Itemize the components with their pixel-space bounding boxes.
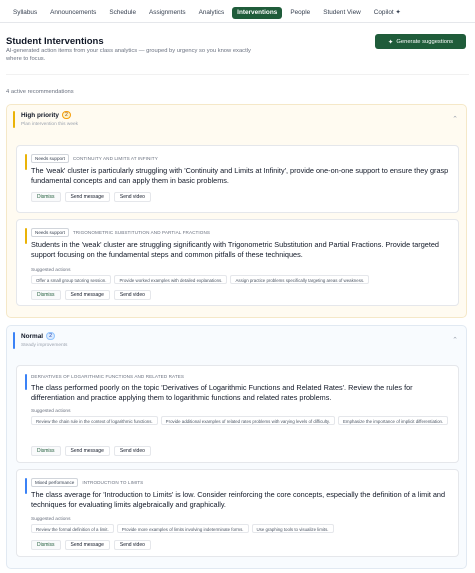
course-nav-tabs: Syllabus Announcements Schedule Assignme… bbox=[8, 6, 406, 20]
send-message-button[interactable]: Send message bbox=[64, 290, 110, 300]
suggested-action-chip[interactable]: Review the formal definition of a limit. bbox=[31, 524, 114, 533]
recommendation-text: The 'weak' cluster is particularly strug… bbox=[31, 166, 449, 185]
group-subtitle: Steady improvements bbox=[21, 343, 68, 348]
intervention-card: Derivatives of Logarithmic Functions and… bbox=[16, 365, 459, 463]
suggested-action-chip[interactable]: Emphasize the importance of implicit dif… bbox=[338, 416, 449, 425]
tab-interventions[interactable]: Interventions bbox=[232, 7, 283, 19]
page-title: Student Interventions bbox=[6, 36, 104, 47]
topic-label: Continuity and Limits at Infinity bbox=[72, 156, 158, 161]
card-actions: Dismiss Send message Send video bbox=[31, 540, 151, 550]
tab-assignments[interactable]: Assignments bbox=[144, 7, 191, 19]
suggested-action-chip[interactable]: Offer a small group tutoring session. bbox=[31, 275, 112, 284]
topic-label: Introduction to Limits bbox=[82, 480, 144, 485]
tab-announcements[interactable]: Announcements bbox=[45, 7, 101, 19]
group-count-badge: 2 bbox=[46, 332, 56, 340]
card-meta: Needs support Continuity and Limits at I… bbox=[31, 154, 158, 163]
tabs-divider bbox=[0, 22, 475, 23]
dismiss-button[interactable]: Dismiss bbox=[31, 192, 61, 202]
dismiss-button[interactable]: Dismiss bbox=[31, 446, 61, 456]
card-accent-bar bbox=[25, 478, 27, 494]
card-actions: Dismiss Send message Send video bbox=[31, 192, 151, 202]
recommendation-text: The class average for 'Introduction to L… bbox=[31, 490, 446, 509]
dismiss-button[interactable]: Dismiss bbox=[31, 290, 61, 300]
tab-student-view[interactable]: Student View bbox=[318, 7, 366, 19]
send-video-button[interactable]: Send video bbox=[113, 290, 151, 300]
generate-suggestions-button[interactable]: ✦ Generate suggestions bbox=[375, 34, 466, 49]
card-meta: Mixed performance Introduction to Limits bbox=[31, 478, 143, 487]
intervention-card: Mixed performance Introduction to Limits… bbox=[16, 469, 459, 557]
tab-syllabus[interactable]: Syllabus bbox=[8, 7, 42, 19]
group-count-badge: 2 bbox=[62, 111, 71, 119]
tab-copilot[interactable]: Copilot ✦ bbox=[369, 7, 406, 19]
header-divider bbox=[6, 74, 469, 75]
group-title-label: Normal bbox=[21, 332, 44, 340]
normal-priority-header[interactable]: Normal 2 Steady improvements ⌃ bbox=[13, 332, 460, 350]
card-actions: Dismiss Send message Send video bbox=[31, 446, 151, 456]
intervention-card: Needs support Trigonometric Substitution… bbox=[16, 219, 459, 306]
status-badge: Mixed performance bbox=[31, 478, 79, 487]
topic-label: Trigonometric Substitution and Partial F… bbox=[72, 230, 211, 235]
suggested-actions-label: Suggested actions bbox=[31, 268, 71, 273]
topic-label: Derivatives of Logarithmic Functions and… bbox=[31, 374, 185, 379]
suggested-action-chip[interactable]: Provide additional examples of related r… bbox=[160, 416, 335, 425]
suggested-action-chip[interactable]: Provide more examples of limits involvin… bbox=[116, 524, 249, 533]
send-video-button[interactable]: Send video bbox=[113, 540, 151, 550]
tab-analytics[interactable]: Analytics bbox=[194, 7, 230, 19]
recommendation-text: Students in the 'weak' cluster are strug… bbox=[31, 240, 439, 259]
chevron-up-icon[interactable]: ⌃ bbox=[452, 115, 458, 123]
card-actions: Dismiss Send message Send video bbox=[31, 290, 151, 300]
send-message-button[interactable]: Send message bbox=[64, 192, 110, 202]
status-badge: Needs support bbox=[31, 228, 69, 237]
group-title-label: High priority bbox=[21, 111, 59, 119]
suggested-actions-list: Offer a small group tutoring session. Pr… bbox=[31, 275, 450, 284]
tab-schedule[interactable]: Schedule bbox=[104, 7, 141, 19]
card-meta: Needs support Trigonometric Substitution… bbox=[31, 228, 210, 237]
suggested-actions-label: Suggested actions bbox=[31, 517, 71, 522]
chevron-up-icon[interactable]: ⌃ bbox=[452, 336, 458, 344]
card-accent-bar bbox=[25, 374, 27, 390]
generate-suggestions-label: Generate suggestions bbox=[396, 38, 454, 45]
send-message-button[interactable]: Send message bbox=[64, 540, 110, 550]
suggested-action-chip[interactable]: Review the chain rule in the context of … bbox=[31, 416, 158, 425]
suggested-actions-label: Suggested actions bbox=[31, 409, 71, 414]
intervention-card: Needs support Continuity and Limits at I… bbox=[16, 145, 459, 213]
card-accent-bar bbox=[25, 228, 27, 244]
group-title: High priority 2 bbox=[21, 111, 71, 119]
high-priority-header[interactable]: High priority 2 Plan intervention this w… bbox=[13, 111, 460, 129]
sparkle-icon: ✦ bbox=[387, 38, 394, 46]
recommendation-count: 4 active recommendations bbox=[6, 89, 74, 95]
suggested-action-chip[interactable]: Assign practice problems specifically ta… bbox=[230, 275, 370, 284]
suggested-actions-list: Review the formal definition of a limit.… bbox=[31, 524, 450, 533]
recommendation-text: The class performed poorly on the topic … bbox=[31, 383, 413, 402]
group-title: Normal 2 bbox=[21, 332, 56, 340]
priority-bar bbox=[13, 111, 15, 128]
suggested-actions-list: Review the chain rule in the context of … bbox=[31, 416, 450, 425]
page-subtitle: AI-generated action items from your clas… bbox=[6, 48, 251, 62]
dismiss-button[interactable]: Dismiss bbox=[31, 540, 61, 550]
group-subtitle: Plan intervention this week bbox=[21, 122, 79, 127]
send-video-button[interactable]: Send video bbox=[113, 192, 151, 202]
high-priority-group: High priority 2 Plan intervention this w… bbox=[6, 104, 467, 318]
send-message-button[interactable]: Send message bbox=[64, 446, 110, 456]
suggested-action-chip[interactable]: Use graphing tools to visualize limits. bbox=[251, 524, 334, 533]
priority-bar bbox=[13, 332, 15, 349]
card-accent-bar bbox=[25, 154, 27, 170]
status-badge: Needs support bbox=[31, 154, 69, 163]
normal-priority-group: Normal 2 Steady improvements ⌃ Derivativ… bbox=[6, 325, 467, 569]
tab-people[interactable]: People bbox=[285, 7, 315, 19]
suggested-action-chip[interactable]: Provide worked examples with detailed ex… bbox=[114, 275, 228, 284]
card-meta: Derivatives of Logarithmic Functions and… bbox=[31, 374, 184, 379]
send-video-button[interactable]: Send video bbox=[113, 446, 151, 456]
